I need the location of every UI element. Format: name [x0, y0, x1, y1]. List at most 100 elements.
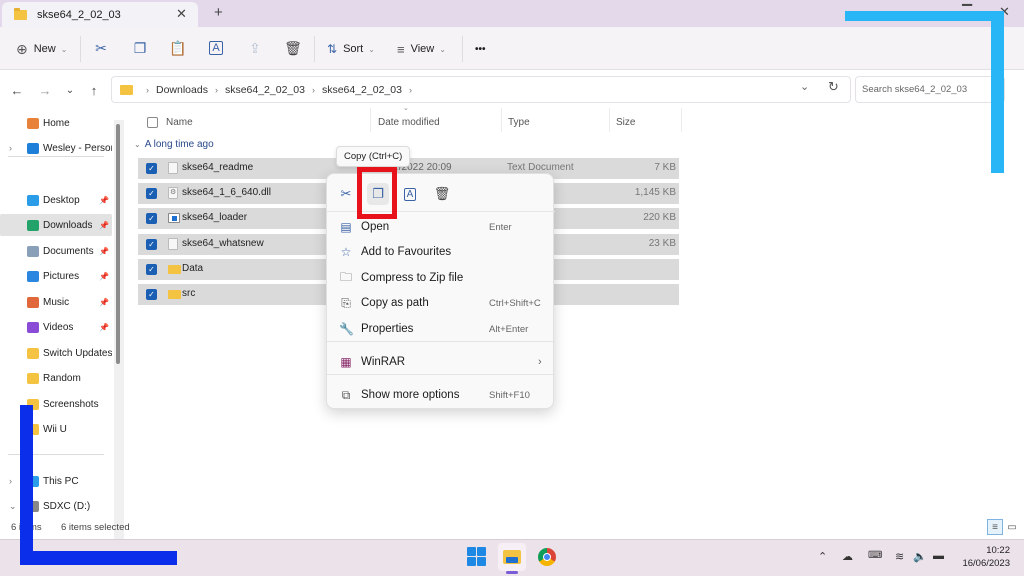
scrollbar-thumb[interactable]: [116, 124, 120, 364]
breadcrumb-current[interactable]: skse64_2_02_03: [322, 84, 402, 96]
address-bar[interactable]: › Downloads › skse64_2_02_03 › skse64_2_…: [111, 76, 851, 103]
context-menu-item[interactable]: ⎘ Copy as path Ctrl+Shift+C: [331, 291, 551, 315]
folder-icon: [168, 290, 181, 299]
select-all-checkbox[interactable]: [147, 110, 158, 134]
share-button[interactable]: ⇪: [244, 38, 266, 58]
chevron-right-icon: ›: [408, 84, 412, 95]
paste-icon: 📋: [169, 39, 187, 56]
search-input[interactable]: Search skse64_2_02_03: [855, 76, 1005, 103]
row-checkbox[interactable]: ✓: [146, 263, 157, 275]
column-divider[interactable]: [370, 108, 371, 132]
context-cut-button[interactable]: ✂: [335, 183, 357, 205]
column-divider[interactable]: [501, 108, 502, 132]
chevron-right-icon[interactable]: ›: [9, 143, 12, 153]
column-header-date[interactable]: Date modified: [378, 110, 440, 134]
folder-icon: [27, 372, 39, 384]
forward-button[interactable]: →: [35, 80, 55, 100]
tab-close-button[interactable]: ✕: [176, 6, 187, 22]
context-menu-item[interactable]: 🔧 Properties Alt+Enter: [331, 317, 551, 341]
sidebar-item[interactable]: Music 📌: [0, 291, 112, 313]
column-header-size[interactable]: Size: [616, 110, 635, 134]
sidebar-item[interactable]: Random: [0, 367, 112, 389]
recent-locations-button[interactable]: ⌄: [60, 80, 80, 100]
column-divider[interactable]: [609, 108, 610, 132]
taskbar-file-explorer[interactable]: [498, 543, 526, 571]
clock[interactable]: 10:22 16/06/2023: [952, 544, 1010, 570]
chevron-down-icon: ⌄: [65, 84, 75, 96]
active-app-indicator: [506, 571, 518, 574]
context-rename-button[interactable]: A: [399, 183, 421, 205]
paste-button[interactable]: 📋: [167, 38, 189, 58]
delete-button[interactable]: 🗑: [282, 38, 304, 58]
menu-item-label: Add to Favourites: [361, 246, 452, 258]
sidebar-item[interactable]: › This PC: [0, 470, 112, 492]
row-checkbox[interactable]: ✓: [146, 289, 157, 300]
tray-overflow-chevron-icon[interactable]: ⌃: [818, 550, 827, 563]
home-icon: [27, 117, 39, 129]
copy-tooltip: Copy (Ctrl+C): [336, 146, 411, 167]
breadcrumb-downloads[interactable]: Downloads: [156, 84, 208, 96]
group-header[interactable]: ⌄ A long time ago: [134, 139, 214, 150]
sort-button[interactable]: ⇅ Sort ⌄: [327, 39, 375, 59]
breadcrumb-folder[interactable]: skse64_2_02_03: [225, 84, 305, 96]
context-menu-item[interactable]: ☆ Add to Favourites: [331, 240, 551, 264]
sidebar-item[interactable]: Screenshots: [0, 393, 112, 415]
row-checkbox[interactable]: ✓: [146, 163, 157, 174]
copy-button[interactable]: ❐: [129, 38, 151, 58]
column-divider[interactable]: [681, 108, 682, 132]
view-button[interactable]: ≡ View ⌄: [397, 39, 446, 59]
copy-path-icon: ⎘: [341, 295, 351, 310]
more-button[interactable]: •••: [475, 39, 486, 59]
up-button[interactable]: ↑: [84, 80, 104, 100]
wrench-icon: 🔧: [339, 322, 354, 336]
star-icon: ☆: [340, 245, 352, 259]
context-menu-item[interactable]: ▦ WinRAR ›: [331, 350, 551, 374]
volume-icon[interactable]: 🔈: [913, 550, 927, 563]
documents-icon: [27, 245, 39, 257]
chevron-down-icon: ⌄: [368, 44, 375, 54]
chevron-right-icon[interactable]: ›: [9, 476, 12, 486]
taskbar-chrome[interactable]: [538, 548, 556, 566]
keyboard-icon[interactable]: ⌨: [868, 550, 882, 561]
details-view-button[interactable]: ≡: [987, 519, 1003, 535]
wifi-icon[interactable]: ≋: [895, 550, 904, 563]
new-button[interactable]: ⊕ New ⌄: [16, 39, 67, 59]
folder-icon: [27, 347, 39, 359]
context-menu-item[interactable]: 🗀 Compress to Zip file: [331, 266, 551, 290]
file-name: skse64_1_6_640.dll: [182, 187, 271, 199]
sidebar-item[interactable]: Documents 📌: [0, 240, 112, 262]
sidebar-item[interactable]: Desktop 📌: [0, 189, 112, 211]
tab-active[interactable]: skse64_2_02_03: [2, 2, 198, 27]
new-tab-button[interactable]: +: [214, 4, 223, 21]
sidebar-item[interactable]: ⌄ SDXC (D:): [0, 495, 112, 517]
sidebar-item[interactable]: Wii U: [0, 418, 112, 440]
context-delete-button[interactable]: 🗑: [431, 183, 453, 205]
cut-button[interactable]: ✂: [90, 38, 112, 58]
start-button[interactable]: [467, 547, 486, 566]
rename-button[interactable]: A: [205, 38, 227, 58]
sidebar-item-label: Screenshots: [43, 398, 99, 410]
sidebar-item[interactable]: Switch Updates: [0, 342, 112, 364]
context-menu-item[interactable]: ⧉ Show more options Shift+F10: [331, 383, 551, 407]
row-checkbox[interactable]: ✓: [146, 238, 157, 250]
row-checkbox[interactable]: ✓: [146, 188, 157, 200]
sidebar-item-label: Wii U: [43, 423, 67, 435]
tiles-view-button[interactable]: ▭: [1004, 519, 1020, 535]
chevron-down-icon[interactable]: ⌄: [9, 501, 17, 512]
sidebar-item[interactable]: Home: [0, 112, 112, 134]
battery-icon[interactable]: ▬: [933, 550, 944, 562]
address-history-dropdown[interactable]: ⌄: [800, 80, 809, 93]
sidebar-item[interactable]: Downloads 📌: [0, 214, 112, 236]
onedrive-cloud-icon[interactable]: ☁: [842, 550, 853, 563]
column-header-name[interactable]: Name: [166, 110, 193, 134]
sidebar-item[interactable]: Videos 📌: [0, 316, 112, 338]
refresh-button[interactable]: ↻: [828, 79, 839, 95]
back-button[interactable]: ←: [7, 80, 27, 100]
row-checkbox[interactable]: ✓: [146, 213, 157, 225]
more-options-icon: ⧉: [341, 387, 351, 402]
sidebar-item[interactable]: Pictures 📌: [0, 265, 112, 287]
exe-file-icon: [168, 213, 180, 224]
column-header-type[interactable]: Type: [508, 110, 530, 134]
file-name: Data: [182, 262, 204, 274]
file-explorer-window: skse64_2_02_03 ✕ + ▔ ✕ ⊕ New ⌄ ✂ ❐ 📋 A ⇪…: [0, 0, 1024, 576]
